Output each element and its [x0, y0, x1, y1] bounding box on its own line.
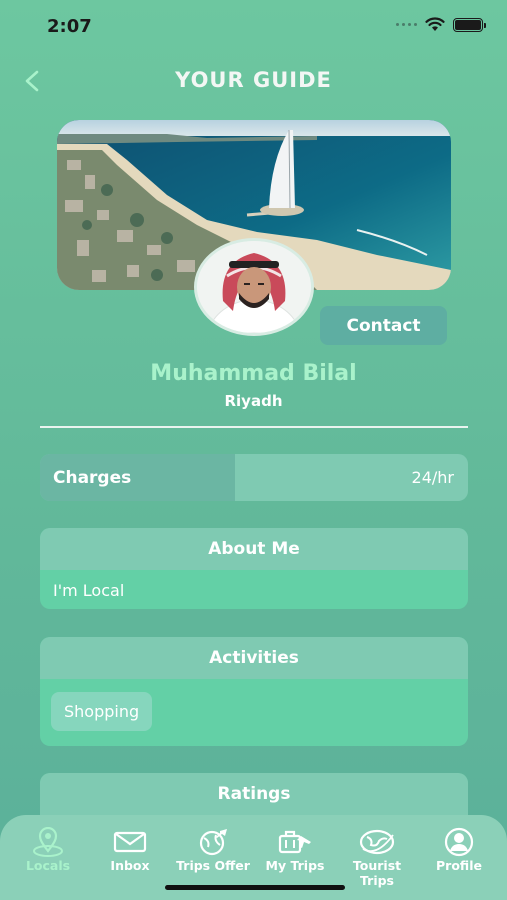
about-me-text: I'm Local: [53, 581, 125, 600]
activities-card: Activities Shopping: [40, 637, 468, 746]
globe-icon: [359, 829, 395, 855]
guide-city: Riyadh: [224, 392, 283, 410]
ratings-title: Ratings: [40, 773, 468, 815]
tab-label: Profile: [436, 858, 482, 873]
tab-locals[interactable]: Locals: [6, 827, 90, 873]
tab-trips-offer[interactable]: Trips Offer: [171, 827, 255, 873]
charges-row: Charges 24/hr: [40, 454, 468, 501]
tab-label: Inbox: [110, 858, 150, 873]
tab-profile[interactable]: Profile: [417, 827, 501, 873]
luggage-icon: [278, 830, 311, 854]
tab-inbox[interactable]: Inbox: [88, 827, 172, 873]
tab-label: My Trips: [265, 858, 325, 873]
avatar: [194, 238, 314, 336]
activities-list: Shopping: [40, 679, 468, 744]
charges-value: 24/hr: [411, 468, 454, 487]
user-icon: [444, 827, 474, 857]
about-me-title: About Me: [40, 528, 468, 570]
cellular-signal-icon: [396, 23, 417, 26]
tab-label: Locals: [25, 858, 71, 873]
home-indicator: [165, 885, 345, 890]
activities-title: Activities: [40, 637, 468, 679]
wifi-icon: [425, 17, 445, 31]
map-pin-icon: [33, 827, 63, 857]
page-title: YOUR GUIDE: [175, 68, 332, 92]
contact-button[interactable]: Contact: [320, 306, 447, 345]
charges-label: Charges: [40, 454, 235, 501]
tab-tourist-trips[interactable]: Tourist Trips: [335, 827, 419, 888]
globe-plane-icon: [199, 829, 227, 856]
status-bar: 2:07: [0, 0, 507, 54]
tab-label: Tourist Trips: [352, 858, 402, 888]
status-time: 2:07: [47, 16, 92, 37]
battery-icon: [453, 17, 486, 32]
nav-header: YOUR GUIDE: [0, 60, 507, 102]
guide-name: Muhammad Bilal: [150, 361, 357, 386]
divider: [40, 426, 468, 428]
status-icons: [396, 17, 486, 32]
tab-label: Trips Offer: [176, 858, 250, 873]
activity-chip-shopping[interactable]: Shopping: [51, 692, 153, 731]
about-me-card: About Me I'm Local: [40, 528, 468, 609]
tab-my-trips[interactable]: My Trips: [253, 827, 337, 873]
envelope-icon: [113, 831, 147, 853]
